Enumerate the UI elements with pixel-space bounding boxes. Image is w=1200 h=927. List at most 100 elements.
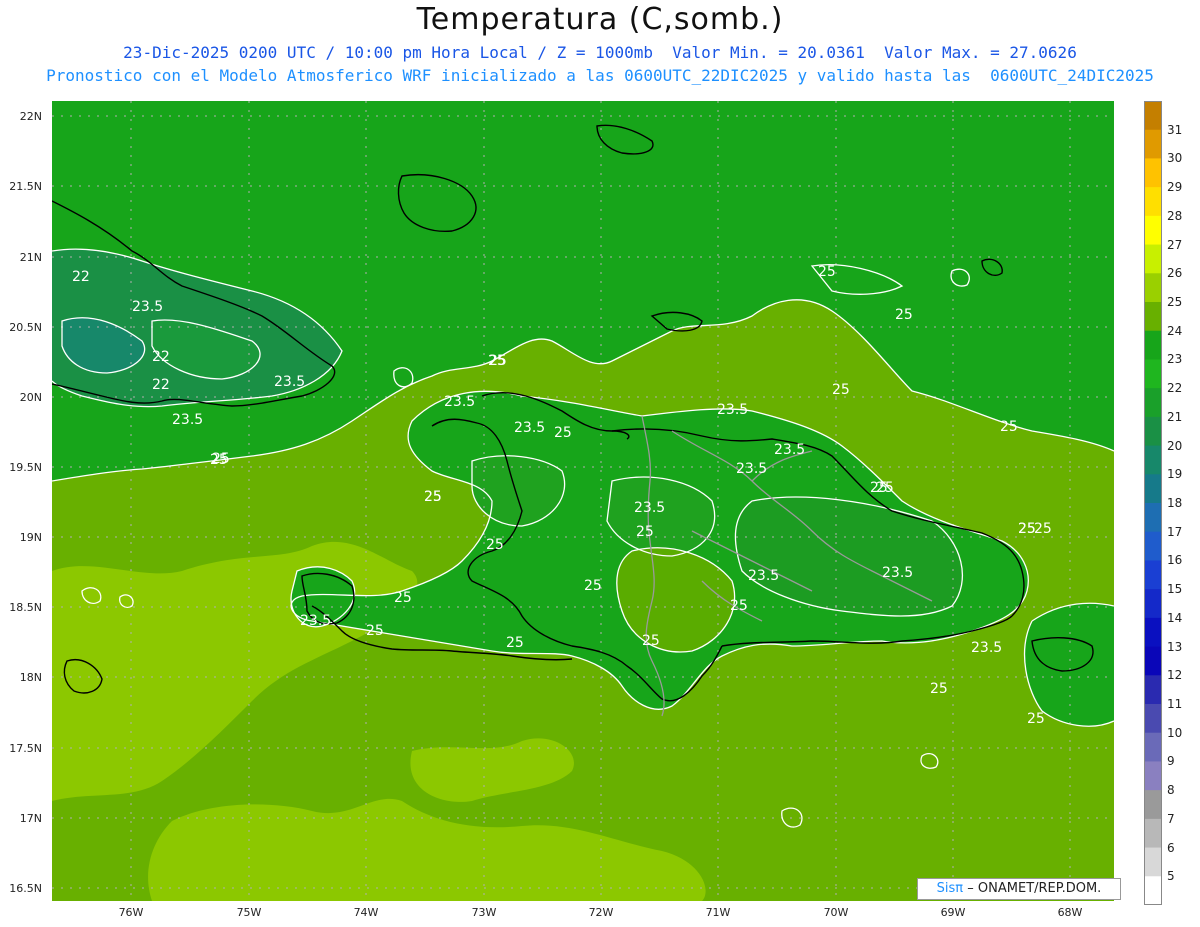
contour-label: 25 (930, 681, 948, 697)
colorbar-cell (1144, 617, 1162, 648)
contour-label: 23.5 (444, 394, 475, 410)
colorbar-tick-label: 9 (1167, 754, 1175, 769)
contour-label: 25 (1034, 521, 1052, 537)
colorbar-cell (1144, 445, 1162, 475)
colorbar-tick-label: 19 (1167, 467, 1183, 482)
contour-label: 23.5 (882, 565, 913, 581)
colorbar-cell (1144, 359, 1162, 389)
credit-text: – ONAMET/REP.DOM. (967, 881, 1102, 896)
contour-label: 23.5 (717, 402, 748, 418)
colorbar-cell (1144, 531, 1162, 561)
model-info-line: Pronostico con el Modelo Atmosferico WRF… (46, 66, 1154, 85)
contour-label: 23.5 (634, 500, 665, 516)
colorbar-tick-label: 24 (1167, 323, 1183, 338)
contour-label: 23.5 (132, 299, 163, 315)
contour-label: 25 (554, 425, 572, 441)
colorbar-cell (1144, 732, 1162, 762)
lon-label: 73W (471, 906, 497, 919)
colorbar-cell (1144, 704, 1162, 734)
colorbar-tick-label: 23 (1167, 352, 1183, 367)
colorbar-cell (1144, 589, 1162, 619)
colorbar-cell (1144, 790, 1162, 820)
lat-label: 18.5N (9, 601, 42, 614)
lon-label: 76W (118, 906, 144, 919)
colorbar-cell (1144, 101, 1162, 131)
contour-label: 25 (394, 590, 412, 606)
contour-label: 23.5 (736, 461, 767, 477)
contour-label: 25 (1000, 419, 1018, 435)
colorbar-cell (1144, 761, 1162, 791)
colorbar-tick-label: 13 (1167, 639, 1183, 654)
colorbar-tick-label: 15 (1167, 582, 1183, 597)
colorbar-cell (1144, 876, 1162, 905)
contour-label: 25 (832, 382, 850, 398)
lat-label: 22N (19, 110, 42, 123)
colorbar-cell (1144, 818, 1162, 849)
contour-label: 23.5 (172, 412, 203, 428)
colorbar-tick-label: 20 (1167, 438, 1183, 453)
colorbar-tick-label: 18 (1167, 496, 1183, 510)
colorbar-cell (1144, 503, 1162, 533)
colorbar-tick-label: 25 (1167, 295, 1183, 309)
contour-label: 23.5 (514, 420, 545, 436)
lat-label: 20.5N (9, 321, 42, 334)
contour-label: 25 (210, 452, 228, 468)
forecast-time-line: 23-Dic-2025 0200 UTC / 10:00 pm Hora Loc… (123, 43, 1077, 62)
colorbar-tick-label: 7 (1167, 811, 1175, 826)
colorbar-tick-label: 29 (1167, 180, 1183, 195)
colorbar (1144, 101, 1162, 905)
lat-label: 16.5N (9, 882, 42, 895)
contour-label: 25 (730, 598, 748, 614)
contour-label: 22 (152, 377, 170, 393)
contour-label: 25 (486, 537, 504, 553)
colorbar-tick-label: 31 (1167, 122, 1183, 137)
map-title: Temperatura (C,somb.) (416, 2, 784, 37)
contour-label: 23.5 (300, 613, 331, 629)
contour-label: 25 (636, 524, 654, 540)
colorbar-cell (1144, 273, 1162, 303)
lon-label: 71W (705, 906, 731, 919)
lon-label: 75W (236, 906, 262, 919)
colorbar-tick-label: 10 (1167, 725, 1183, 740)
colorbar-cell (1144, 675, 1162, 705)
contour-label: 25 (1027, 711, 1045, 727)
contour-label: 25 (818, 264, 836, 280)
contour-label: 25 (424, 489, 442, 505)
colorbar-cell (1144, 847, 1162, 877)
colorbar-tick-label: 26 (1167, 266, 1183, 281)
lat-label: 17N (19, 812, 42, 825)
lon-label: 74W (353, 906, 379, 919)
contour-label: 23.5 (774, 442, 805, 458)
colorbar-cell (1144, 302, 1162, 332)
lat-label: 20N (19, 391, 42, 404)
colorbar-cell (1144, 158, 1162, 188)
colorbar-tick-label: 17 (1167, 524, 1183, 539)
contour-label: 25 (876, 480, 894, 496)
colorbar-cell (1144, 330, 1162, 360)
colorbar-cell (1144, 187, 1162, 217)
credit-sis: Sisπ (936, 881, 964, 896)
contour-label: 25 (584, 578, 602, 594)
contour-label: 25 (642, 633, 660, 649)
contour-label: 25 (895, 307, 913, 323)
lat-label: 21N (19, 251, 42, 264)
contour-label: 25 (506, 635, 524, 651)
colorbar-tick-label: 21 (1167, 409, 1183, 424)
colorbar-tick-label: 28 (1167, 208, 1183, 223)
colorbar-tick-label: 8 (1167, 783, 1175, 798)
colorbar-tick-label: 14 (1167, 610, 1183, 625)
lat-label: 19N (19, 531, 42, 544)
colorbar-cell (1144, 129, 1162, 159)
temperature-map: 22 23.5 22 22 23.5 23.5 25 25 23.5 23.5 … (52, 101, 1114, 901)
colorbar-cell (1144, 474, 1162, 504)
colorbar-cell (1144, 388, 1162, 418)
colorbar-cell (1144, 244, 1162, 274)
colorbar-tick-label: 11 (1167, 697, 1183, 711)
lat-label: 21.5N (9, 180, 42, 193)
lat-label: 19.5N (9, 461, 42, 474)
colorbar-tick-label: 12 (1167, 668, 1183, 683)
colorbar-cell (1144, 416, 1162, 447)
colorbar-tick-label: 6 (1167, 840, 1175, 855)
colorbar-tick-label: 22 (1167, 381, 1183, 396)
colorbar-tick-label: 27 (1167, 237, 1183, 252)
